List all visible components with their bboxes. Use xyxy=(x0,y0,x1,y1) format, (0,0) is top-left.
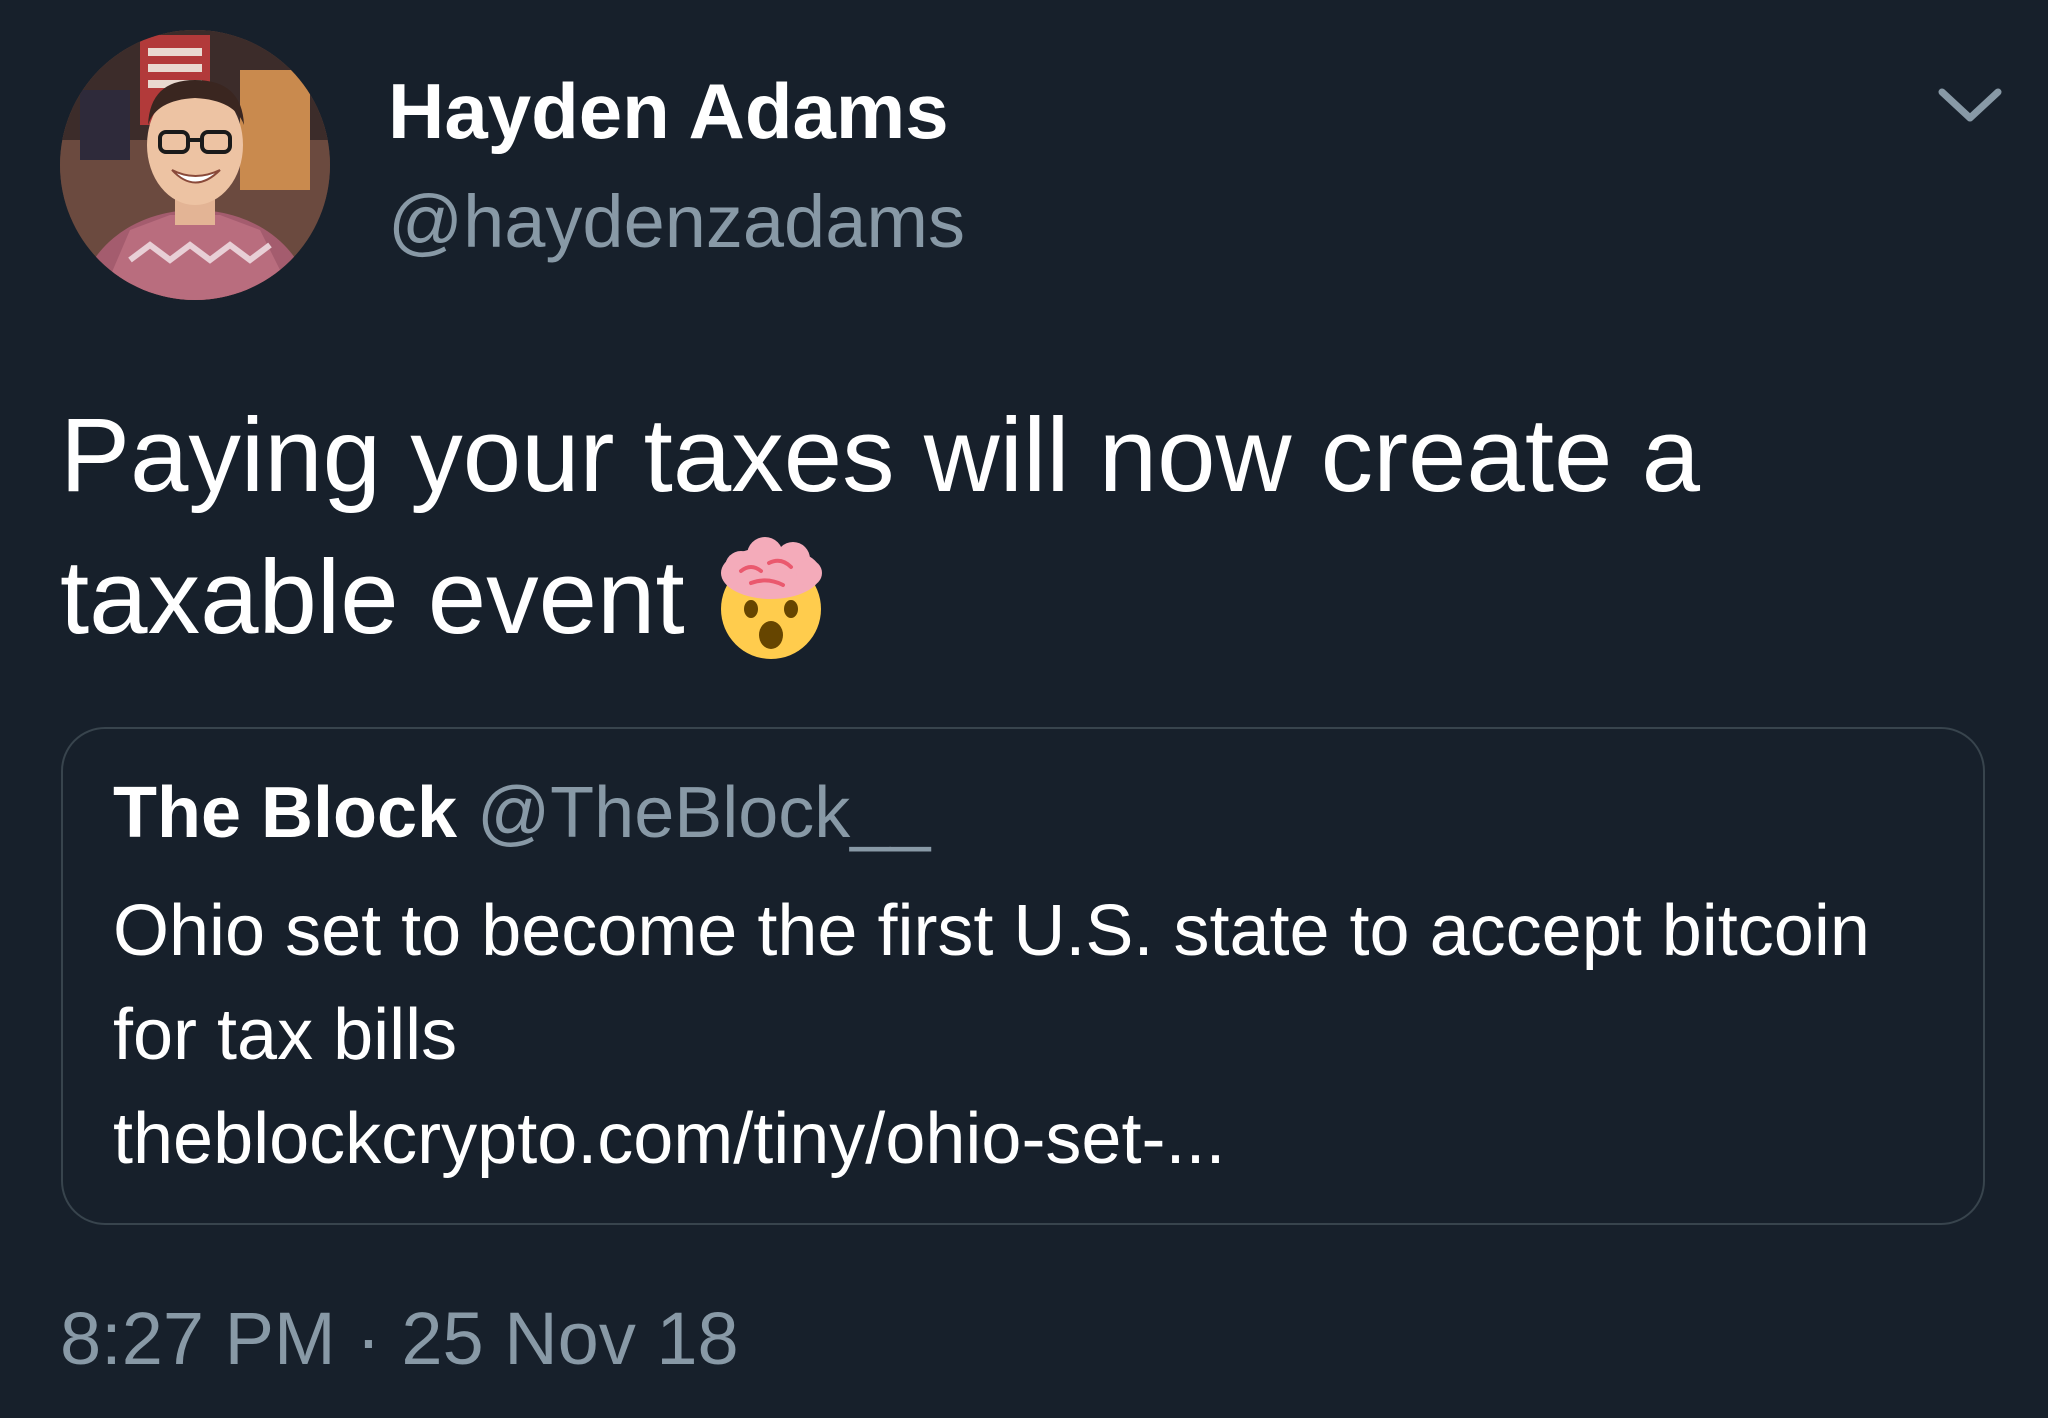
quoted-author-handle: @TheBlock__ xyxy=(477,773,931,853)
quoted-author-name: The Block xyxy=(113,773,458,853)
avatar-image xyxy=(60,30,330,300)
timestamp-time: 8:27 PM xyxy=(60,1297,336,1380)
chevron-down-icon[interactable] xyxy=(1930,70,2010,140)
author-handle[interactable]: @haydenzadams xyxy=(388,185,965,259)
tweet-timestamp[interactable]: 8:27 PM · 25 Nov 18 xyxy=(60,1302,739,1376)
author-name[interactable]: Hayden Adams xyxy=(388,72,949,150)
quoted-tweet[interactable]: The Block @TheBlock__ Ohio set to become … xyxy=(61,727,1985,1225)
tweet-text-container: Paying your taxes will now create a taxa… xyxy=(60,385,1980,669)
timestamp-date: 25 Nov 18 xyxy=(401,1297,739,1380)
tweet-text: Paying your taxes will now create a taxa… xyxy=(60,397,1700,656)
quoted-tweet-header: The Block @TheBlock__ xyxy=(113,777,930,849)
quoted-tweet-text: Ohio set to become the first U.S. state … xyxy=(113,891,1870,1075)
quoted-tweet-link[interactable]: theblockcrypto.com/tiny/ohio-set-... xyxy=(113,1087,1225,1191)
tweet-card: Hayden Adams @haydenzadams Paying your t… xyxy=(0,0,2048,1418)
exploding-head-emoji-icon xyxy=(707,533,835,661)
timestamp-separator: · xyxy=(356,1297,381,1380)
avatar[interactable] xyxy=(60,30,330,300)
